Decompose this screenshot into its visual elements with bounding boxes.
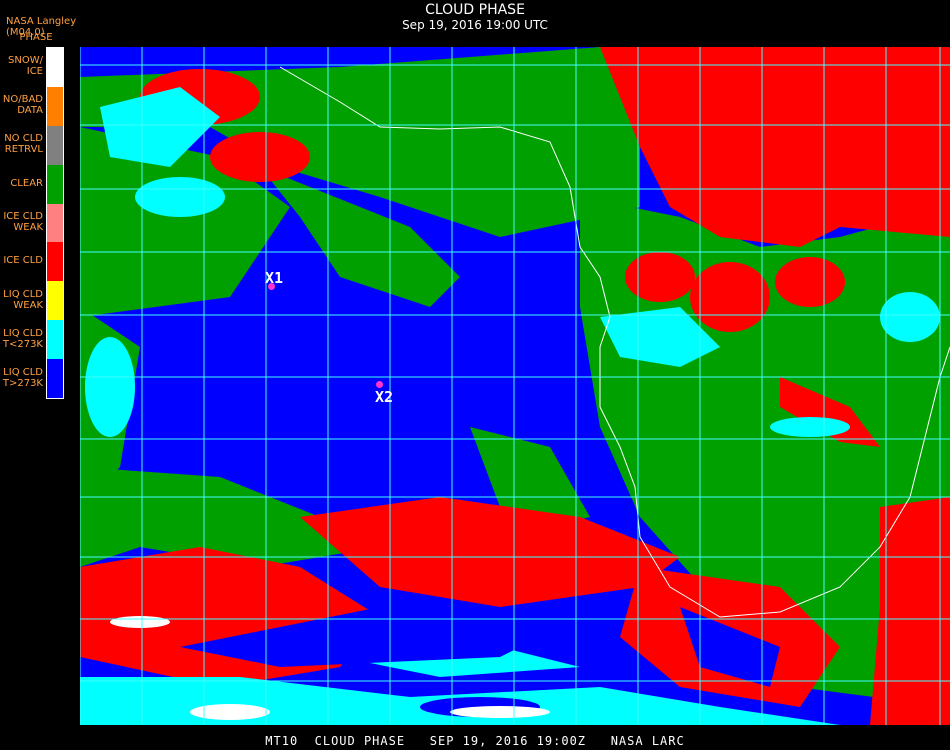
legend-swatch bbox=[47, 203, 63, 243]
legend-label: SNOW/ICE bbox=[8, 55, 43, 78]
cloud-region bbox=[770, 417, 850, 437]
legend-swatch bbox=[47, 48, 63, 87]
cloud-region bbox=[85, 337, 135, 437]
cloud-region bbox=[775, 257, 845, 307]
map-title: CLOUD PHASE bbox=[425, 2, 525, 18]
marker-label: X2 bbox=[375, 388, 394, 406]
footer-caption: MT10 CLOUD PHASE SEP 19, 2016 19:00Z NAS… bbox=[265, 734, 685, 748]
legend-label: LIQ CLD WEAK bbox=[3, 288, 43, 311]
cloud-phase-map bbox=[80, 47, 950, 725]
legend-swatch bbox=[47, 242, 63, 282]
snow-ice-region bbox=[190, 704, 270, 720]
legend-label: LIQ CLD T>273K bbox=[2, 366, 43, 389]
snow-ice-region bbox=[450, 706, 550, 718]
legend-swatch bbox=[47, 359, 63, 398]
legend-label: NO/BAD DATA bbox=[2, 94, 43, 117]
cloud-region bbox=[135, 177, 225, 217]
legend-swatch bbox=[47, 281, 63, 321]
legend-color-bar bbox=[46, 47, 64, 399]
legend-swatch bbox=[47, 320, 63, 360]
cloud-region bbox=[625, 252, 695, 302]
legend-label: ICE CLD WEAK bbox=[3, 211, 43, 233]
legend-label: LIQ CLD T<273K bbox=[2, 327, 43, 350]
legend-swatch bbox=[47, 86, 63, 126]
marker-dot bbox=[376, 381, 383, 388]
satellite-map bbox=[80, 47, 950, 725]
ice-cloud-region bbox=[870, 497, 950, 725]
snow-ice-region bbox=[110, 616, 170, 628]
cloud-region bbox=[210, 132, 310, 182]
legend-swatch bbox=[47, 125, 63, 165]
marker-label: X1 bbox=[265, 269, 284, 287]
legend-label: NO CLD RETRVL bbox=[4, 133, 43, 156]
legend-title: PHASE bbox=[19, 32, 53, 43]
map-subtitle: Sep 19, 2016 19:00 UTC bbox=[402, 18, 548, 32]
legend-label: ICE CLD bbox=[3, 255, 43, 267]
legend-swatch bbox=[47, 164, 63, 204]
cloud-region bbox=[690, 262, 770, 332]
legend-label: CLEAR bbox=[10, 177, 43, 189]
cloud-region bbox=[880, 292, 940, 342]
